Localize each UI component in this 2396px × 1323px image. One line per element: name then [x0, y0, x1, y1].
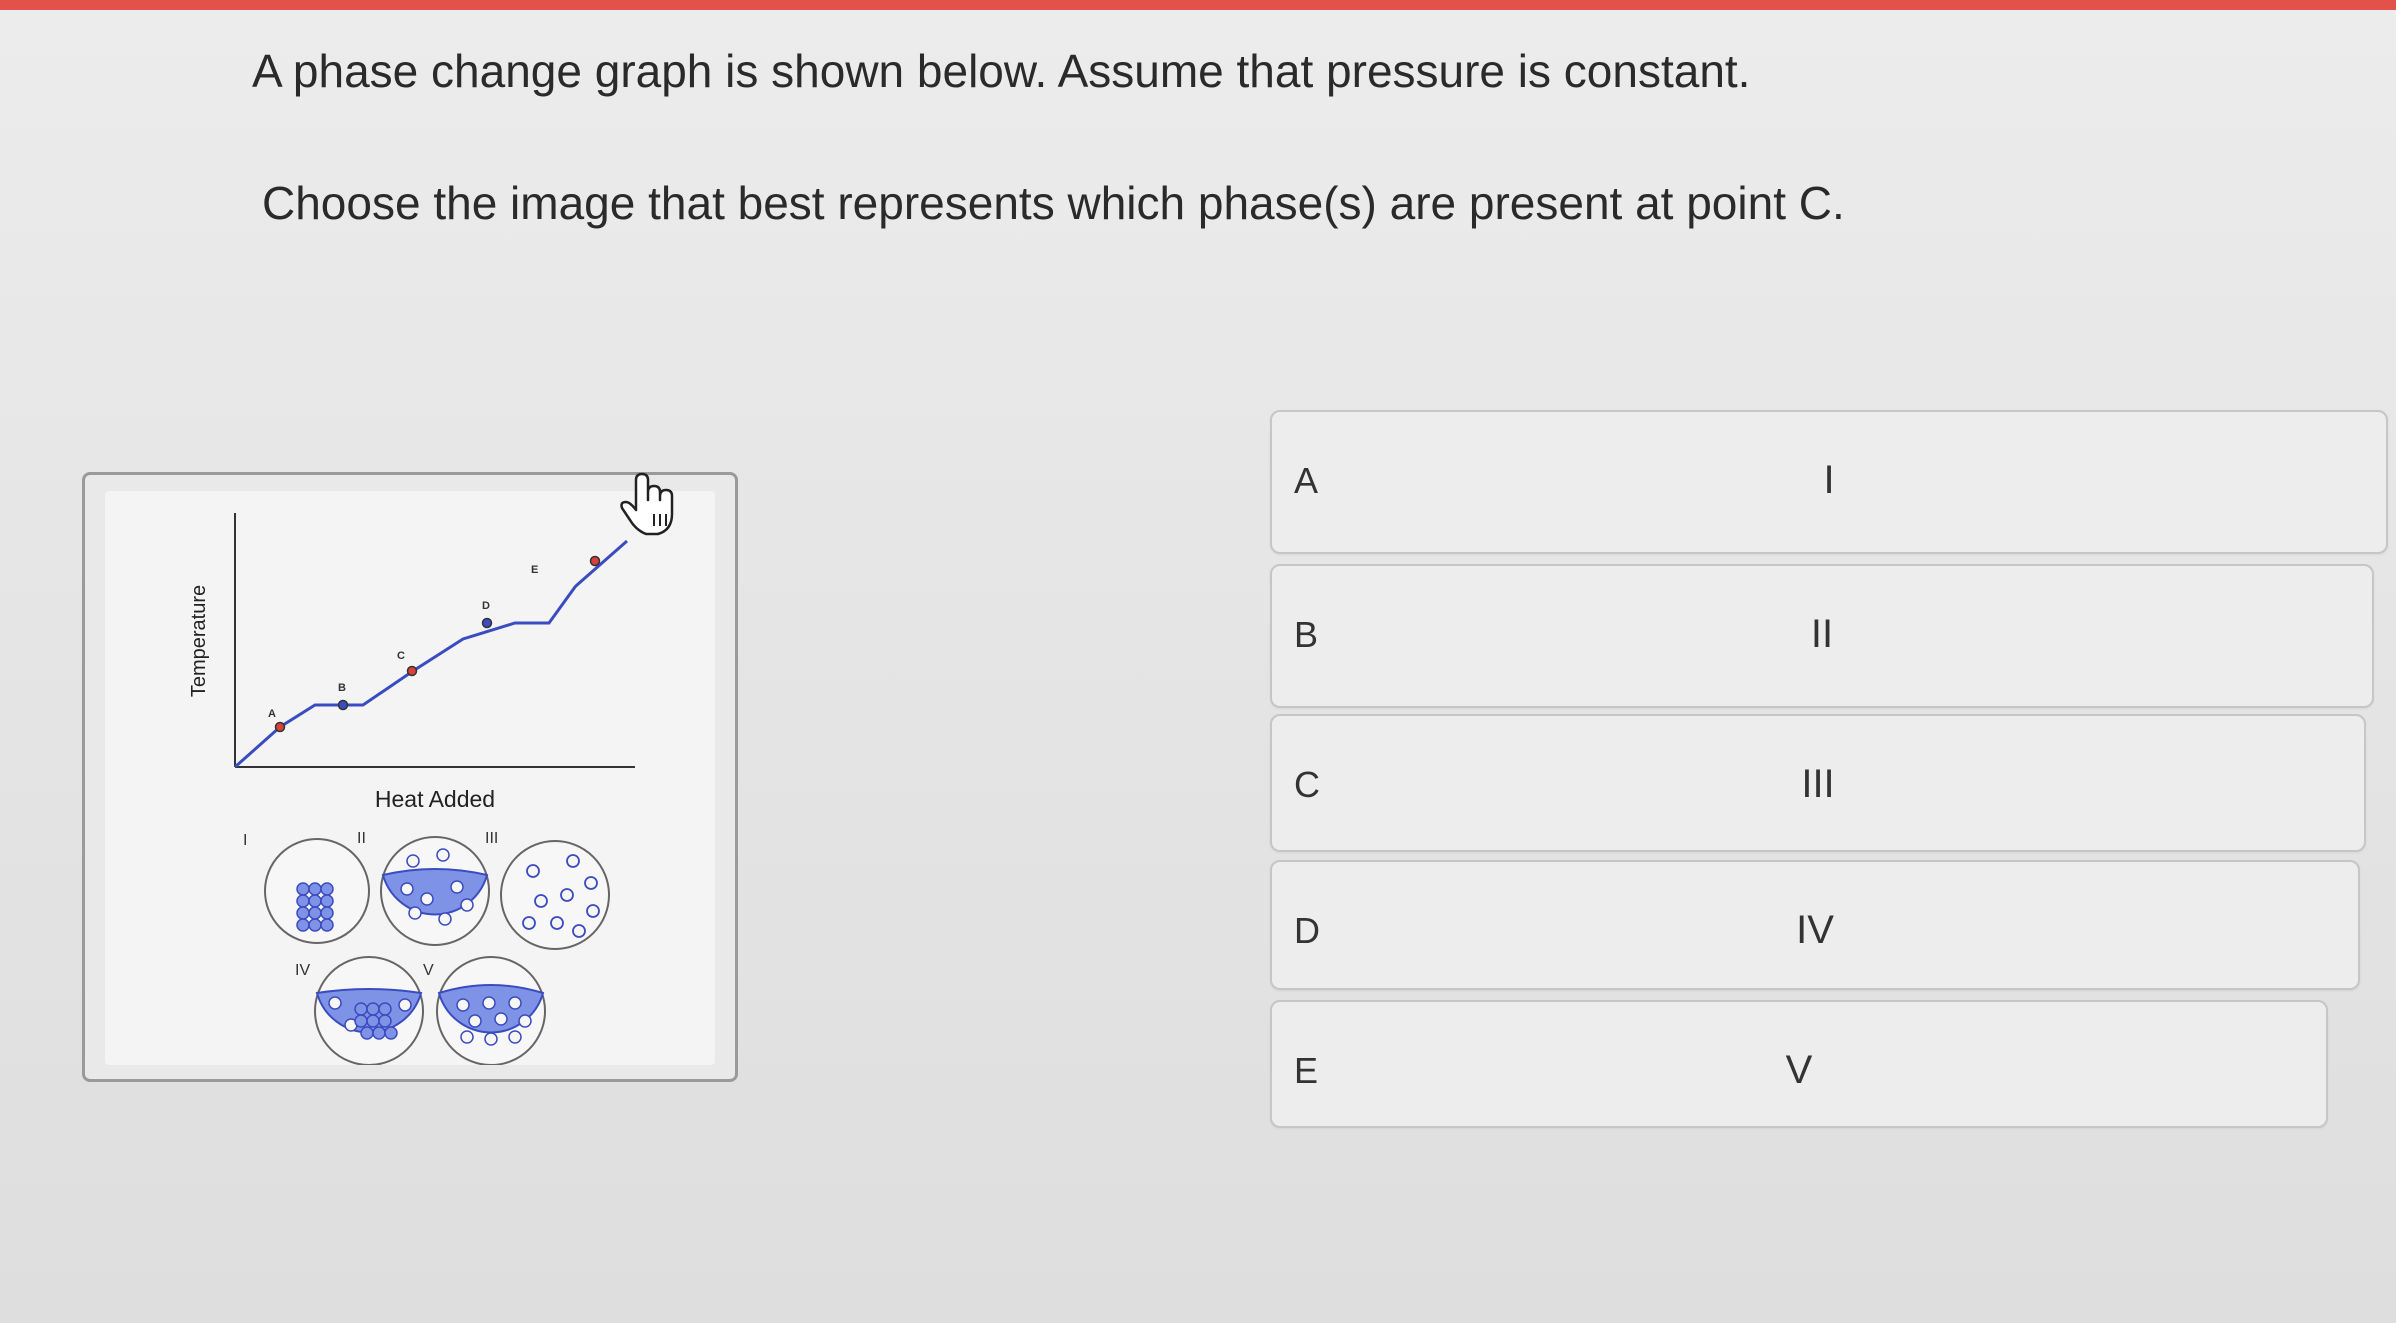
question-instruction: Choose the image that best represents wh… [262, 177, 1845, 229]
circle-label-iii: III [485, 830, 498, 847]
phase-circle-iv [314, 956, 424, 1065]
option-d-row[interactable]: D IV [1270, 860, 2360, 990]
point-d-label: D [482, 600, 490, 612]
point-d-marker [481, 617, 493, 629]
point-a-label: A [268, 708, 276, 720]
phase-change-figure: Temperature Heat Added A B C D E I II II… [82, 472, 738, 1082]
point-c-label: C [397, 650, 405, 662]
point-e-label: E [531, 564, 538, 576]
option-d-label: IV [1796, 908, 1834, 952]
circle-label-i: I [243, 832, 247, 849]
point-c-marker [406, 665, 418, 677]
top-accent-bar [0, 0, 2396, 10]
phase-circle-i [264, 838, 370, 944]
circle-label-ii: II [357, 830, 366, 847]
question-prompt: A phase change graph is shown below. Ass… [252, 45, 1751, 97]
option-e-label: V [1785, 1048, 1813, 1092]
option-c-label: III [1801, 762, 1835, 806]
phase-circle-ii [380, 836, 490, 946]
x-axis-label: Heat Added [375, 786, 495, 812]
point-b-label: B [338, 682, 346, 694]
hand-pointer-icon [620, 472, 674, 536]
heating-curve [234, 539, 628, 769]
option-c-row[interactable]: C III [1270, 714, 2366, 852]
option-b-label: II [1810, 612, 1834, 656]
option-a-row[interactable]: A I [1270, 410, 2388, 554]
point-b-marker [337, 699, 349, 711]
phase-circle-v [436, 956, 546, 1065]
phase-circle-iii [500, 840, 610, 950]
phase-change-graph: Temperature Heat Added A B C D E I II II… [188, 513, 635, 1065]
circle-label-v: V [423, 962, 434, 979]
y-axis-label: Temperature [188, 585, 210, 697]
point-e-marker [589, 555, 601, 567]
option-e-row[interactable]: E V [1270, 1000, 2328, 1128]
point-a-marker [274, 721, 286, 733]
option-a-label: I [1823, 458, 1835, 502]
circle-label-iv: IV [295, 962, 310, 979]
option-b-row[interactable]: B II [1270, 564, 2374, 708]
figure-panel: Temperature Heat Added A B C D E I II II… [105, 491, 715, 1065]
